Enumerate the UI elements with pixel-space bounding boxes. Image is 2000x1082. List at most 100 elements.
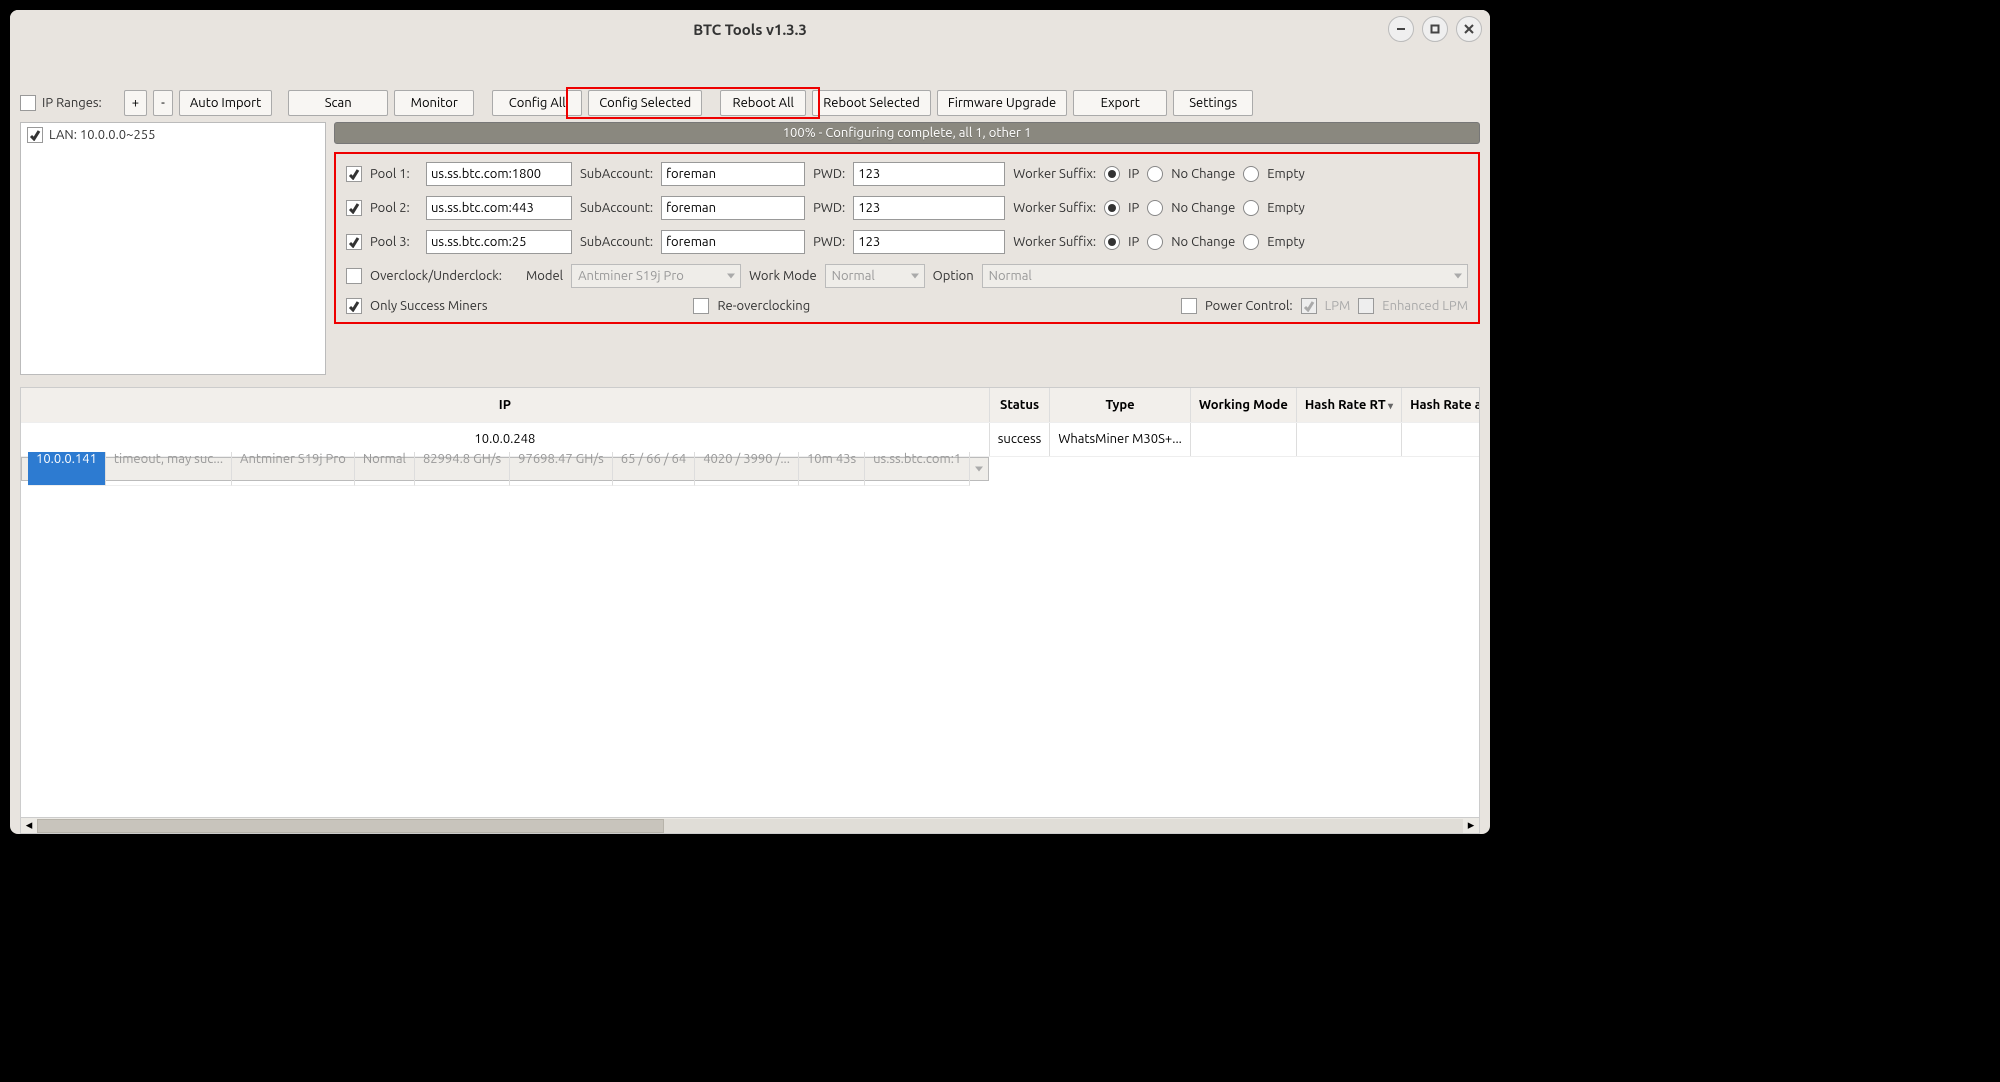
firmware-upgrade-button[interactable]: Firmware Upgrade	[937, 90, 1067, 116]
scan-button[interactable]: Scan	[288, 90, 388, 116]
cell-elapsed: 10m 43s	[799, 452, 865, 486]
power-control-label: Power Control:	[1205, 299, 1293, 313]
scroll-thumb[interactable]	[37, 819, 664, 833]
pool2-pwd-input[interactable]: 123	[853, 196, 1005, 220]
col-working-mode[interactable]: Working Mode	[1190, 388, 1296, 422]
cell-rt: 82994.8 GH/s	[415, 452, 510, 486]
pool1-subaccount-input[interactable]: foreman	[661, 162, 805, 186]
titlebar: BTC Tools v1.3.3	[10, 10, 1490, 48]
pool2-subaccount-input[interactable]: foreman	[661, 196, 805, 220]
ip-range-sidebar: LAN: 10.0.0.0~255	[20, 122, 326, 375]
pool2-ws-nochange-text: No Change	[1171, 201, 1235, 215]
scroll-left-icon[interactable]: ◂	[21, 819, 37, 833]
add-range-button[interactable]: +	[124, 90, 147, 116]
workmode-select[interactable]: Normal	[825, 264, 925, 288]
table-row[interactable]: 10.0.0.141 timeout, may suc... Antminer …	[21, 457, 989, 481]
pool1-url-input[interactable]: us.ss.btc.com:1800	[426, 162, 572, 186]
lan-range-label[interactable]: LAN: 10.0.0.0~255	[49, 128, 155, 142]
pool2-ws-ip-text: IP	[1128, 201, 1139, 215]
monitor-button[interactable]: Monitor	[394, 90, 474, 116]
remove-range-button[interactable]: -	[153, 90, 173, 116]
pool2-ws-label: Worker Suffix:	[1013, 201, 1096, 215]
minimize-button[interactable]	[1388, 16, 1414, 42]
enhanced-lpm-checkbox	[1358, 298, 1374, 314]
cell-ip: 10.0.0.141	[28, 452, 106, 486]
pool1-checkbox[interactable]	[346, 166, 362, 182]
pool2-ws-ip-radio[interactable]	[1104, 200, 1120, 216]
pool1-ws-ip-radio[interactable]	[1104, 166, 1120, 182]
pool1-label: Pool 1:	[370, 167, 418, 181]
progress-text: 100% - Configuring complete, all 1, othe…	[783, 126, 1032, 140]
col-status[interactable]: Status	[989, 388, 1050, 422]
model-select[interactable]: Antminer S19j Pro	[571, 264, 741, 288]
settings-button[interactable]: Settings	[1173, 90, 1253, 116]
export-button[interactable]: Export	[1073, 90, 1167, 116]
progress-bar: 100% - Configuring complete, all 1, othe…	[334, 122, 1480, 144]
pool3-ws-empty-radio[interactable]	[1243, 234, 1259, 250]
option-label: Option	[933, 269, 974, 283]
scroll-right-icon[interactable]: ▸	[1463, 819, 1479, 833]
pool2-ws-empty-radio[interactable]	[1243, 200, 1259, 216]
workmode-label: Work Mode	[749, 269, 817, 283]
horizontal-scrollbar[interactable]: ◂ ▸	[21, 817, 1479, 833]
pool3-url-input[interactable]: us.ss.btc.com:25	[426, 230, 572, 254]
pool2-checkbox[interactable]	[346, 200, 362, 216]
pool3-ws-ip-radio[interactable]	[1104, 234, 1120, 250]
col-hash-avg[interactable]: Hash Rate avg	[1402, 388, 1479, 422]
overclock-label: Overclock/Underclock:	[370, 269, 502, 283]
reboot-selected-button[interactable]: Reboot Selected	[812, 90, 931, 116]
col-type[interactable]: Type	[1050, 388, 1191, 422]
pool2-ws-nochange-radio[interactable]	[1147, 200, 1163, 216]
auto-import-button[interactable]: Auto Import	[179, 90, 272, 116]
pool2-label: Pool 2:	[370, 201, 418, 215]
cell-type: Antminer S19j Pro	[232, 452, 355, 486]
config-all-button[interactable]: Config All	[492, 90, 582, 116]
pool3-subaccount-input[interactable]: foreman	[661, 230, 805, 254]
close-button[interactable]	[1456, 16, 1482, 42]
pool1-ws-label: Worker Suffix:	[1013, 167, 1096, 181]
window-title: BTC Tools v1.3.3	[693, 21, 807, 38]
pool3-ws-label: Worker Suffix:	[1013, 235, 1096, 249]
pool3-ws-nochange-radio[interactable]	[1147, 234, 1163, 250]
col-hash-rt[interactable]: Hash Rate RT	[1296, 388, 1401, 422]
lan-range-checkbox[interactable]	[27, 127, 43, 143]
config-selected-button[interactable]: Config Selected	[588, 90, 702, 116]
config-panel: Pool 1: us.ss.btc.com:1800 SubAccount: f…	[334, 152, 1480, 324]
pool1-ws-nochange-radio[interactable]	[1147, 166, 1163, 182]
col-ip[interactable]: IP	[21, 388, 989, 422]
pool1-ws-nochange-text: No Change	[1171, 167, 1235, 181]
option-select[interactable]: Normal	[982, 264, 1468, 288]
pool3-subaccount-label: SubAccount:	[580, 235, 653, 249]
lpm-label: LPM	[1325, 299, 1351, 313]
cell-temp: 65 / 66 / 64	[613, 452, 695, 486]
reoverclock-checkbox[interactable]	[693, 298, 709, 314]
pool1-subaccount-label: SubAccount:	[580, 167, 653, 181]
miner-table: IP Status Type Working Mode Hash Rate RT…	[20, 387, 1480, 834]
pool3-label: Pool 3:	[370, 235, 418, 249]
enhanced-lpm-label: Enhanced LPM	[1382, 299, 1468, 313]
pool2-pwd-label: PWD:	[813, 201, 845, 215]
power-control-checkbox[interactable]	[1181, 298, 1197, 314]
cell-avg	[1402, 422, 1479, 456]
only-success-label: Only Success Miners	[370, 299, 487, 313]
pool2-ws-empty-text: Empty	[1267, 201, 1305, 215]
pool3-pwd-label: PWD:	[813, 235, 845, 249]
pool1-pwd-input[interactable]: 123	[853, 162, 1005, 186]
pool3-ws-ip-text: IP	[1128, 235, 1139, 249]
pool1-ws-empty-radio[interactable]	[1243, 166, 1259, 182]
cell-wm	[1190, 422, 1296, 456]
only-success-checkbox[interactable]	[346, 298, 362, 314]
maximize-button[interactable]	[1422, 16, 1448, 42]
pool3-ws-empty-text: Empty	[1267, 235, 1305, 249]
table-header-row: IP Status Type Working Mode Hash Rate RT…	[21, 388, 1479, 422]
reboot-all-button[interactable]: Reboot All	[720, 90, 806, 116]
overclock-checkbox[interactable]	[346, 268, 362, 284]
pool3-checkbox[interactable]	[346, 234, 362, 250]
cell-pool1: us.ss.btc.com:1	[865, 452, 970, 486]
pool3-ws-nochange-text: No Change	[1171, 235, 1235, 249]
pool2-url-input[interactable]: us.ss.btc.com:443	[426, 196, 572, 220]
cell-status: success	[989, 422, 1050, 456]
cell-wm: Normal	[355, 452, 415, 486]
pool3-pwd-input[interactable]: 123	[853, 230, 1005, 254]
ip-ranges-checkbox[interactable]	[20, 95, 36, 111]
